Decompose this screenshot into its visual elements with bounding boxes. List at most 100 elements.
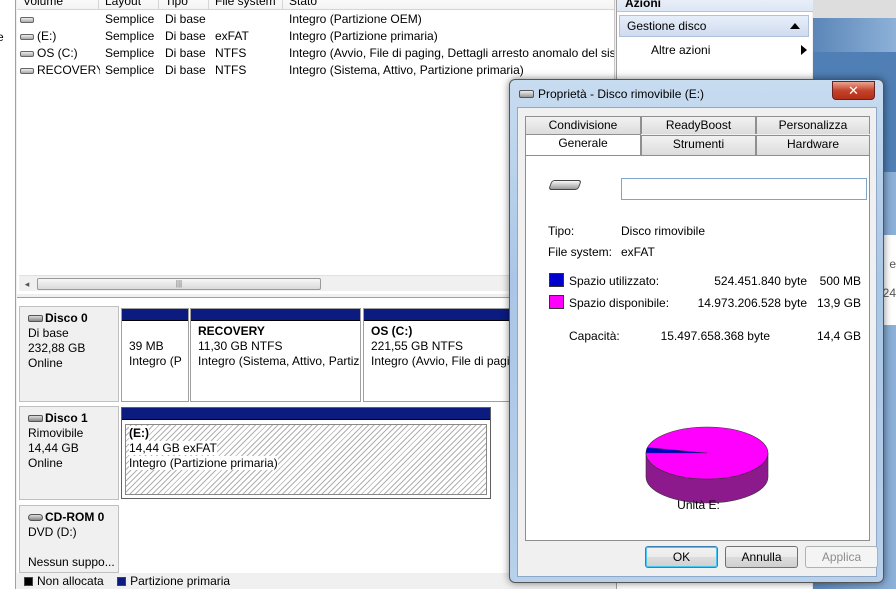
dialog-title: Proprietà - Disco rimovibile (E:) bbox=[538, 87, 705, 101]
disk-status: Online bbox=[28, 356, 63, 370]
removable-disk-icon bbox=[28, 415, 43, 423]
partition-title bbox=[129, 324, 188, 339]
cd-drive-icon bbox=[28, 514, 43, 522]
scrollbar-thumb[interactable]: ||| bbox=[37, 278, 321, 290]
layout-cell: Semplice bbox=[105, 12, 155, 26]
volume-name: (E:) bbox=[37, 29, 57, 43]
left-edge-panel: e bbox=[0, 0, 16, 589]
scroll-left-icon[interactable]: ◂ bbox=[21, 278, 33, 290]
left-edge-text: e bbox=[0, 30, 4, 44]
table-row[interactable]: OS (C:) Semplice Di base NTFS Integro (A… bbox=[17, 45, 615, 62]
disk-status: Nessun suppo... bbox=[28, 555, 115, 569]
table-row[interactable]: RECOVERY Semplice Di base NTFS Integro (… bbox=[17, 62, 614, 79]
tipo-cell: Di base bbox=[165, 12, 206, 26]
free-space-label: Spazio disponibile: bbox=[569, 296, 670, 310]
legend-primary: Partizione primaria bbox=[130, 574, 231, 588]
disk-name: CD-ROM 0 bbox=[45, 510, 105, 524]
apply-button[interactable]: Applica bbox=[805, 546, 878, 568]
tipo-cell: Di base bbox=[165, 63, 206, 77]
partition-bar bbox=[122, 408, 490, 420]
tab-personalizza[interactable]: Personalizza bbox=[756, 116, 870, 134]
used-space-swatch bbox=[549, 273, 564, 287]
column-header-volume[interactable]: Volume bbox=[17, 0, 99, 10]
column-header-tipo[interactable]: Tipo bbox=[159, 0, 209, 10]
disk-name: Disco 1 bbox=[45, 411, 88, 425]
close-icon: ✕ bbox=[848, 83, 859, 98]
tab-generale[interactable]: Generale bbox=[525, 134, 641, 155]
background-text-2: 24 bbox=[882, 286, 896, 300]
disk-type: DVD (D:) bbox=[28, 525, 77, 539]
disk-size: 232,88 GB bbox=[28, 341, 86, 355]
actions-title: Azioni bbox=[617, 0, 813, 12]
tab-condivisione[interactable]: Condivisione bbox=[525, 116, 641, 134]
drive-icon bbox=[20, 67, 34, 74]
column-header-file-system[interactable]: File system bbox=[209, 0, 283, 10]
partition-e[interactable]: (E:) 14,44 GB exFAT Integro (Partizione pr… bbox=[121, 407, 491, 499]
table-row[interactable]: (E:) Semplice Di base exFAT Integro (Par… bbox=[17, 28, 614, 45]
column-header-layout[interactable]: Layout bbox=[99, 0, 159, 10]
fs-label: File system: bbox=[548, 245, 613, 259]
capacity-bytes: 15.497.658.368 byte bbox=[660, 329, 770, 343]
dialog-body: Condivisione ReadyBoost Personalizza Gen… bbox=[517, 107, 878, 577]
partition-bar bbox=[122, 309, 188, 321]
disk-type: Rimovibile bbox=[28, 426, 84, 440]
stato-cell: Integro (Partizione OEM) bbox=[289, 12, 422, 26]
partition-size: 39 MB bbox=[129, 339, 164, 353]
legend-swatch-unallocated bbox=[24, 577, 33, 586]
cancel-button[interactable]: Annulla bbox=[725, 546, 798, 568]
table-row[interactable]: Semplice Di base Integro (Partizione OEM… bbox=[17, 11, 614, 28]
used-space-short: 500 MB bbox=[819, 274, 861, 288]
collapse-arrow-icon[interactable] bbox=[790, 23, 800, 29]
separator bbox=[548, 518, 866, 519]
layout-cell: Semplice bbox=[105, 63, 155, 77]
partition-recovery[interactable]: RECOVERY 11,30 GB NTFS Integro (Sistema, A… bbox=[190, 308, 361, 402]
disk-1-label[interactable]: Disco 1 Rimovibile 14,44 GB Online bbox=[19, 406, 119, 500]
separator bbox=[548, 266, 866, 267]
type-label: Tipo: bbox=[548, 224, 575, 238]
disk-0-label[interactable]: Disco 0 Di base 232,88 GB Online bbox=[19, 306, 119, 402]
stato-cell: Integro (Avvio, File di paging, Dettagli… bbox=[289, 46, 615, 60]
fs-cell: exFAT bbox=[215, 29, 249, 43]
free-space-swatch bbox=[549, 295, 564, 309]
legend-unallocated: Non allocata bbox=[37, 574, 104, 588]
actions-group-gestione-disco[interactable]: Gestione disco bbox=[619, 15, 809, 37]
submenu-arrow-icon bbox=[801, 45, 807, 55]
partition-bar bbox=[191, 309, 360, 321]
tab-hardware[interactable]: Hardware bbox=[756, 135, 870, 155]
stato-cell: Integro (Partizione primaria) bbox=[289, 29, 438, 43]
actions-more-item[interactable]: Altre azioni bbox=[651, 42, 811, 58]
column-header-stato[interactable]: Stato bbox=[283, 0, 614, 10]
volume-label-input[interactable] bbox=[621, 178, 867, 200]
free-space-bytes: 14.973.206.528 byte bbox=[697, 296, 807, 310]
partition-oem[interactable]: 39 MB Integro (P bbox=[121, 308, 189, 402]
ok-button[interactable]: OK bbox=[645, 546, 718, 568]
used-space-label: Spazio utilizzato: bbox=[569, 274, 660, 288]
layout-cell: Semplice bbox=[105, 29, 155, 43]
partition-title: (E:) bbox=[129, 426, 149, 441]
layout-cell: Semplice bbox=[105, 46, 155, 60]
actions-more-label: Altre azioni bbox=[651, 43, 711, 57]
free-space-short: 13,9 GB bbox=[816, 296, 861, 310]
drive-label: Unità E: bbox=[677, 498, 720, 512]
drive-icon bbox=[20, 50, 34, 57]
used-space-bytes: 524.451.840 byte bbox=[714, 274, 807, 288]
properties-dialog: Proprietà - Disco rimovibile (E:) ✕ Cond… bbox=[509, 79, 884, 583]
disk-status: Online bbox=[28, 456, 63, 470]
volume-name: RECOVERY bbox=[37, 63, 100, 77]
tab-strumenti[interactable]: Strumenti bbox=[641, 135, 756, 155]
actions-group-label: Gestione disco bbox=[627, 19, 707, 33]
fs-cell: NTFS bbox=[215, 46, 247, 60]
disk-type: Di base bbox=[28, 326, 69, 340]
fs-value: exFAT bbox=[621, 245, 655, 259]
type-value: Disco rimovibile bbox=[621, 224, 706, 238]
removable-drive-icon bbox=[519, 90, 534, 98]
partition-status: Integro (P bbox=[129, 354, 182, 368]
drive-icon bbox=[20, 33, 34, 40]
capacity-short: 14,4 GB bbox=[816, 329, 861, 343]
close-button[interactable]: ✕ bbox=[832, 81, 875, 100]
volume-list-header: Volume Layout Tipo File system Stato bbox=[17, 0, 614, 10]
disk-usage-pie-chart bbox=[645, 426, 769, 504]
tab-readyboost[interactable]: ReadyBoost bbox=[641, 116, 756, 134]
cdrom-label[interactable]: CD-ROM 0 DVD (D:) Nessun suppo... bbox=[19, 505, 119, 573]
legend-swatch-primary bbox=[117, 577, 127, 586]
